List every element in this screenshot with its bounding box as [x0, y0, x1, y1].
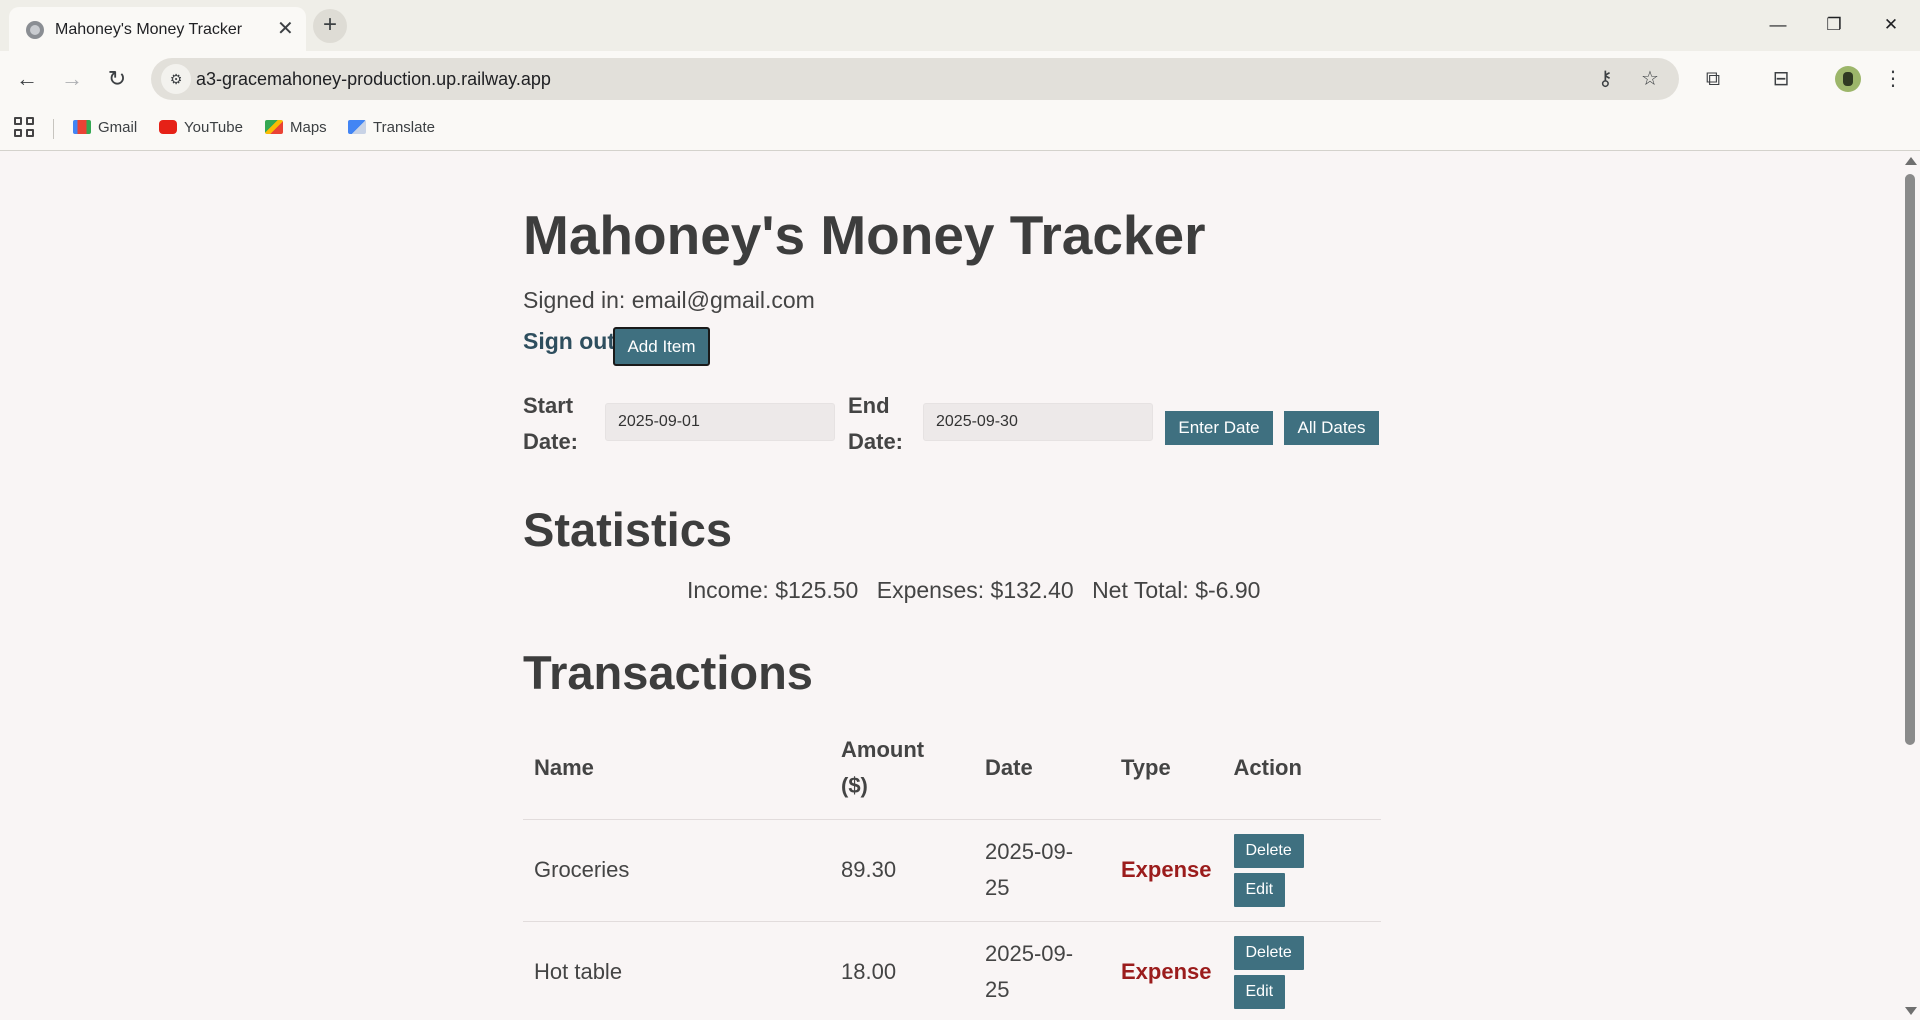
url-text[interactable]: a3-gracemahoney-production.up.railway.ap…	[196, 69, 551, 90]
tab-title: Mahoney's Money Tracker	[55, 21, 243, 38]
bookmark-label: YouTube	[184, 119, 243, 136]
edit-button[interactable]: Edit	[1233, 872, 1286, 907]
scroll-down-arrow-icon[interactable]	[1905, 1007, 1917, 1015]
transaction-amount: 89.30	[830, 819, 974, 922]
end-date-label-line1: End	[848, 393, 890, 418]
back-arrow-icon[interactable]: ←	[12, 64, 42, 94]
statistics-summary: Income: $125.50 Expenses: $132.40 Net To…	[687, 577, 1272, 604]
end-date-input[interactable]: 2025-09-30	[923, 403, 1153, 441]
column-header-type: Type	[1110, 717, 1223, 820]
new-tab-button[interactable]: +	[313, 9, 347, 43]
transaction-type: Expense	[1110, 819, 1223, 922]
table-header-row: Name Amount ($) Date Type Action	[523, 717, 1381, 820]
bookmark-translate[interactable]: Translate	[348, 117, 435, 139]
start-date-input[interactable]: 2025-09-01	[605, 403, 835, 441]
maps-icon	[265, 120, 283, 134]
address-bar[interactable]: ⚙ a3-gracemahoney-production.up.railway.…	[151, 58, 1679, 100]
add-item-button[interactable]: Add Item	[613, 327, 710, 366]
key-icon[interactable]: ⚷	[1598, 66, 1613, 92]
transaction-date: 2025-09- 25	[974, 921, 1110, 1020]
reload-icon[interactable]: ↻	[102, 64, 132, 94]
forward-arrow-icon[interactable]: →	[57, 64, 87, 94]
bookmark-label: Translate	[373, 119, 435, 136]
bookmarks-divider	[53, 119, 54, 139]
translate-icon	[348, 120, 366, 134]
gmail-icon	[73, 120, 91, 134]
profile-avatar[interactable]	[1835, 66, 1861, 92]
star-icon[interactable]: ☆	[1641, 66, 1659, 92]
bookmark-label: Maps	[290, 119, 327, 136]
start-date-label: Start Date:	[523, 388, 578, 460]
transaction-date-line1: 2025-09-	[985, 839, 1074, 864]
end-date-label-line2: Date:	[848, 429, 904, 454]
transaction-name: Groceries	[523, 819, 830, 922]
column-header-date: Date	[974, 717, 1110, 820]
transaction-amount: 18.00	[830, 921, 974, 1020]
end-date-label: End Date:	[848, 388, 903, 460]
close-tab-icon[interactable]: ✕	[277, 17, 294, 41]
transaction-name: Hot table	[523, 921, 830, 1020]
delete-button[interactable]: Delete	[1233, 833, 1304, 868]
all-dates-button[interactable]: All Dates	[1284, 411, 1379, 445]
edit-button[interactable]: Edit	[1233, 974, 1286, 1009]
bookmark-youtube[interactable]: YouTube	[159, 117, 243, 139]
browser-toolbar: ← → ↻ ⚙ a3-gracemahoney-production.up.ra…	[0, 51, 1920, 107]
scrollbar-thumb[interactable]	[1905, 174, 1915, 745]
tab-strip: Mahoney's Money Tracker ✕ + — ❐ ✕	[0, 0, 1920, 51]
page-scrollbar[interactable]	[1900, 152, 1920, 1020]
puzzle-icon[interactable]: ⧉	[1698, 64, 1728, 94]
bookmark-gmail[interactable]: Gmail	[73, 117, 137, 139]
income-total: Income: $125.50	[687, 577, 859, 603]
transaction-actions: Delete Edit	[1222, 819, 1381, 922]
minimize-icon[interactable]: —	[1755, 10, 1801, 40]
transaction-date-line2: 25	[985, 875, 1010, 900]
tab-search-icon[interactable]: ⊟	[1766, 64, 1796, 94]
restore-icon[interactable]: ❐	[1811, 10, 1857, 40]
start-date-label-line2: Date:	[523, 429, 579, 454]
scroll-up-arrow-icon[interactable]	[1905, 157, 1917, 165]
table-row: Hot table 18.00 2025-09- 25 Expense Dele…	[523, 921, 1381, 1020]
column-header-amount-line1: Amount	[841, 736, 925, 762]
signed-in-text: Signed in: email@gmail.com	[523, 287, 815, 313]
table-row: Groceries 89.30 2025-09- 25 Expense Dele…	[523, 819, 1381, 922]
column-header-name: Name	[523, 717, 830, 820]
net-total: Net Total: $-6.90	[1092, 577, 1261, 603]
transaction-date-line1: 2025-09-	[985, 941, 1074, 966]
sign-out-link[interactable]: Sign out	[523, 328, 615, 355]
column-header-amount: Amount ($)	[830, 717, 974, 820]
expenses-total: Expenses: $132.40	[876, 577, 1074, 603]
transactions-heading: Transactions	[523, 646, 813, 699]
browser-tab[interactable]: Mahoney's Money Tracker ✕	[9, 7, 306, 51]
start-date-label-line1: Start	[523, 393, 574, 418]
column-header-action: Action	[1222, 717, 1381, 820]
page-title: Mahoney's Money Tracker	[523, 204, 1206, 266]
delete-button[interactable]: Delete	[1233, 935, 1304, 970]
youtube-icon	[159, 120, 177, 134]
enter-date-button[interactable]: Enter Date	[1165, 411, 1273, 445]
transaction-type: Expense	[1110, 921, 1223, 1020]
bookmark-label: Gmail	[98, 119, 138, 136]
transaction-actions: Delete Edit	[1222, 921, 1381, 1020]
bookmark-maps[interactable]: Maps	[265, 117, 327, 139]
apps-grid-icon[interactable]	[14, 117, 34, 137]
page-viewport: Mahoney's Money Tracker Signed in: email…	[0, 152, 1900, 1020]
globe-icon	[26, 21, 44, 39]
bookmarks-bar: Gmail YouTube Maps Translate	[0, 107, 1920, 151]
kebab-menu-icon[interactable]: ⋮	[1878, 64, 1908, 94]
transaction-date-line2: 25	[985, 977, 1010, 1002]
statistics-heading: Statistics	[523, 503, 732, 556]
window-close-icon[interactable]: ✕	[1868, 10, 1914, 40]
site-info-icon[interactable]: ⚙	[161, 64, 191, 94]
transactions-table: Name Amount ($) Date Type Action Groceri…	[523, 717, 1381, 1020]
column-header-amount-line2: ($)	[841, 772, 868, 798]
transaction-date: 2025-09- 25	[974, 819, 1110, 922]
